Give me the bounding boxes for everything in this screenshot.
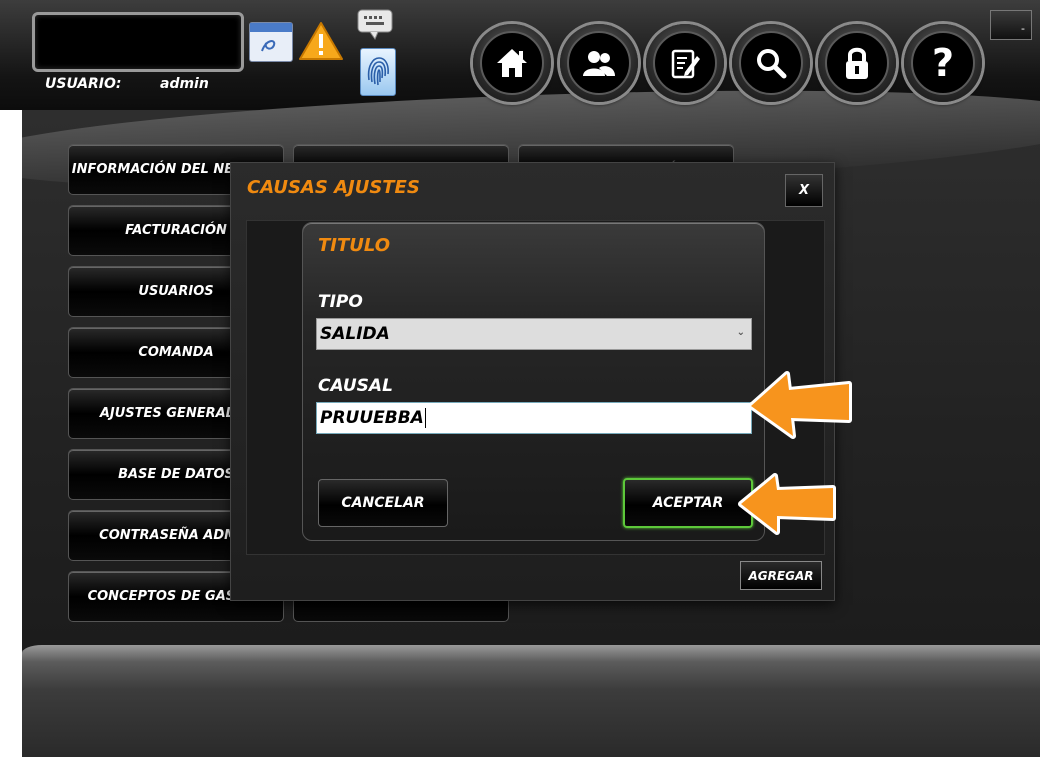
users-icon xyxy=(567,31,631,95)
panel-title: TITULO xyxy=(318,235,390,256)
minimize-button[interactable]: - xyxy=(990,10,1032,40)
calendar-icon[interactable] xyxy=(249,22,293,62)
accept-button[interactable]: ACEPTAR xyxy=(623,478,753,528)
tipo-select[interactable]: SALIDA ⌄ xyxy=(316,318,752,350)
users-button[interactable] xyxy=(560,24,638,102)
lock-icon xyxy=(825,31,889,95)
cancel-button[interactable]: CANCELAR xyxy=(318,479,448,527)
user-name: admin xyxy=(160,76,209,92)
causal-input[interactable]: PRUUEBBA xyxy=(316,402,752,434)
app-window: USUARIO: admin ? - INFORMACIÓN DEL NEGOC… xyxy=(0,0,1040,757)
help-button[interactable]: ? xyxy=(904,24,982,102)
display-panel xyxy=(32,12,244,72)
notes-icon xyxy=(653,31,717,95)
left-margin xyxy=(0,110,22,757)
warning-icon[interactable] xyxy=(298,20,344,62)
chevron-down-icon: ⌄ xyxy=(736,327,745,338)
home-button[interactable] xyxy=(473,24,551,102)
fingerprint-icon[interactable] xyxy=(360,48,396,96)
help-icon: ? xyxy=(911,31,975,95)
causal-value: PRUUEBBA xyxy=(320,408,424,428)
lock-button[interactable] xyxy=(818,24,896,102)
user-label: USUARIO: xyxy=(45,76,122,92)
keyboard-icon[interactable] xyxy=(356,8,394,42)
text-caret xyxy=(424,408,426,428)
search-icon xyxy=(739,31,803,95)
annotation-arrow-icon xyxy=(748,371,852,439)
annotation-arrow-icon xyxy=(738,473,836,535)
home-icon xyxy=(480,31,544,95)
bottom-band xyxy=(22,645,1040,757)
notes-button[interactable] xyxy=(646,24,724,102)
search-button[interactable] xyxy=(732,24,810,102)
causal-label: CAUSAL xyxy=(318,376,393,396)
dialog-title: CAUSAS AJUSTES xyxy=(247,177,420,198)
add-button[interactable]: AGREGAR xyxy=(740,561,822,590)
close-button[interactable]: X xyxy=(785,174,823,207)
tipo-label: TIPO xyxy=(318,292,363,312)
tipo-value: SALIDA xyxy=(320,324,390,344)
